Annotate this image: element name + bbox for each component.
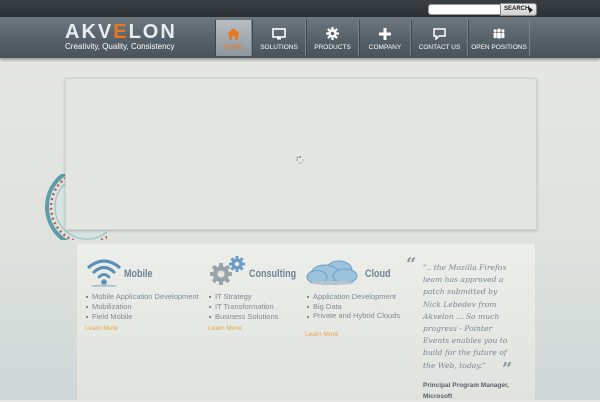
- nav-label: OPEN POSITIONS: [471, 44, 527, 51]
- nav-item-open-positions[interactable]: OPEN POSITIONS: [468, 20, 530, 56]
- wifi-icon: [86, 255, 122, 291]
- testimonial-quote: ".. the Mozilla Firefox team has approve…: [423, 263, 508, 370]
- gears-icon: [207, 254, 247, 292]
- nav-label: SOLUTIONS: [260, 44, 298, 51]
- loading-spinner-icon: [296, 149, 304, 168]
- gear-icon: [326, 27, 340, 40]
- list-item[interactable]: Mobilization: [86, 302, 199, 312]
- logo[interactable]: AKVELON: [65, 22, 177, 42]
- list-item[interactable]: Application Development: [307, 292, 413, 302]
- search-input[interactable]: [428, 4, 502, 15]
- nav-label: COMPANY: [368, 44, 402, 51]
- home-icon: [227, 27, 241, 40]
- quote-close-icon: ”: [502, 359, 513, 380]
- nav-item-contact-us[interactable]: CONTACT US: [411, 20, 468, 56]
- list-item[interactable]: Field Mobile: [86, 312, 199, 322]
- people-icon: [492, 27, 506, 40]
- cloud-icon: [305, 256, 359, 290]
- main-nav: HOME SOLUTIONS PRODUCTS COMPANY CONTACT …: [215, 20, 530, 56]
- learn-more-link-mobile[interactable]: Learn More: [85, 325, 118, 332]
- nav-item-company[interactable]: COMPANY: [359, 20, 411, 56]
- list-item[interactable]: Business Solutions: [208, 312, 278, 322]
- quote-open-icon: “: [406, 254, 417, 275]
- nav-label: CONTACT US: [418, 44, 461, 51]
- nav-label: HOME: [223, 44, 244, 51]
- nav-label: PRODUCTS: [314, 44, 351, 51]
- list-item[interactable]: Private and Hybrid Clouds: [307, 312, 413, 320]
- tagline: Creativity, Quality, Consistency: [65, 42, 175, 51]
- list-item[interactable]: IT Transformation: [208, 302, 278, 312]
- service-list-mobile: Mobile Application Development Mobilizat…: [84, 292, 199, 322]
- list-item[interactable]: IT Strategy: [208, 292, 278, 302]
- learn-more-link-cloud[interactable]: Learn More: [305, 331, 338, 338]
- list-item[interactable]: Mobile Application Development: [86, 292, 199, 302]
- learn-more-link-consulting[interactable]: Learn More: [208, 325, 241, 332]
- speech-bubble-icon: [433, 27, 447, 40]
- service-list-consulting: IT Strategy IT Transformation Business S…: [207, 292, 278, 322]
- nav-item-solutions[interactable]: SOLUTIONS: [252, 20, 306, 56]
- monitor-icon: [272, 27, 286, 40]
- nav-item-products[interactable]: PRODUCTS: [306, 20, 359, 56]
- testimonial-author: Principal Program Manager, Microsoft: [423, 382, 509, 400]
- plus-icon: [378, 27, 392, 40]
- service-list-cloud: Application Development Big Data Private…: [305, 292, 413, 320]
- nav-item-home[interactable]: HOME: [215, 20, 252, 56]
- service-title-consulting[interactable]: Consulting: [249, 268, 296, 280]
- service-title-mobile[interactable]: Mobile: [124, 268, 153, 280]
- search-button[interactable]: SEARCH: [500, 3, 537, 16]
- service-title-cloud[interactable]: Cloud: [365, 268, 391, 280]
